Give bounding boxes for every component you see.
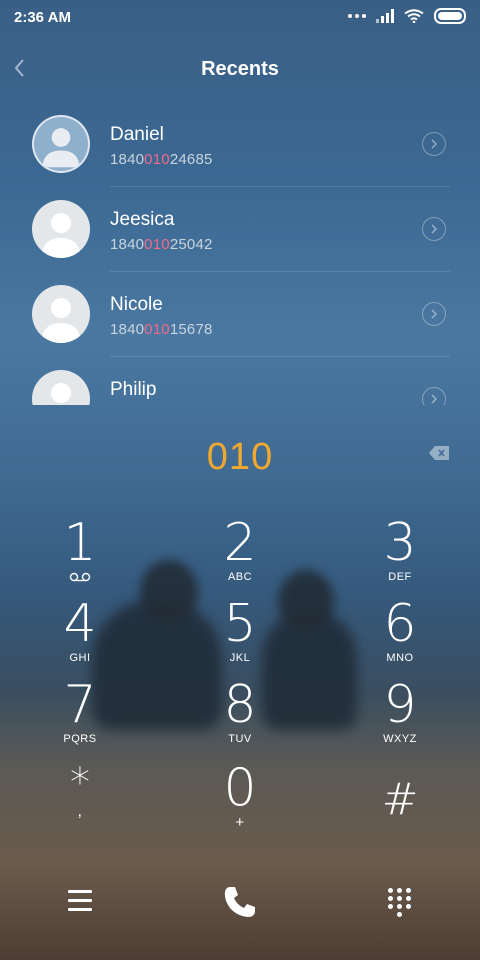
contact-name: Jeesica bbox=[110, 209, 175, 230]
key-digit: 3 bbox=[383, 513, 417, 573]
key-digit: 4 bbox=[63, 594, 97, 654]
page-title: Recents bbox=[201, 58, 279, 80]
status-time: 2:36 AM bbox=[14, 9, 71, 26]
contact-detail-button[interactable] bbox=[422, 132, 446, 156]
key-digit: 5 bbox=[223, 594, 257, 654]
key-digit: 2 bbox=[223, 513, 257, 573]
key-letters: DEF bbox=[388, 571, 412, 583]
avatar bbox=[32, 285, 90, 343]
key-digit: 9 bbox=[383, 675, 417, 735]
key-3[interactable]: 3 DEF bbox=[340, 515, 460, 595]
dialed-number: 010 bbox=[206, 436, 274, 478]
key-letters: , bbox=[77, 803, 83, 820]
menu-icon[interactable] bbox=[68, 890, 92, 912]
contact-detail-button[interactable] bbox=[422, 387, 446, 405]
backspace-icon[interactable] bbox=[428, 445, 450, 461]
key-9[interactable]: 9 WXYZ bbox=[340, 677, 460, 757]
key-8[interactable]: 8 TUV bbox=[180, 677, 300, 757]
phone-icon[interactable] bbox=[222, 884, 258, 920]
contact-name: Daniel bbox=[110, 124, 164, 145]
person-icon bbox=[42, 128, 80, 168]
avatar bbox=[32, 200, 90, 258]
bottom-bar bbox=[0, 880, 480, 930]
key-digit: 7 bbox=[63, 675, 97, 735]
status-bar: 2:36 AM bbox=[0, 0, 480, 34]
key-digit: 0 bbox=[223, 758, 257, 818]
contact-number: 184001024685 bbox=[110, 151, 213, 168]
wifi-icon bbox=[404, 9, 424, 23]
contact-row-jeesica[interactable]: Jeesica 184001025042 bbox=[0, 187, 480, 272]
chevron-right-icon bbox=[431, 224, 438, 234]
key-5[interactable]: 5 JKL bbox=[180, 596, 300, 676]
avatar bbox=[32, 115, 90, 173]
contact-detail-button[interactable] bbox=[422, 217, 446, 241]
contact-row-philip[interactable]: Philip bbox=[0, 357, 480, 405]
signal-icon bbox=[376, 9, 394, 23]
key-digit: 8 bbox=[223, 675, 257, 735]
chevron-right-icon bbox=[431, 139, 438, 149]
status-icons bbox=[348, 8, 466, 24]
key-7[interactable]: 7 PQRS bbox=[20, 677, 140, 757]
contact-row-daniel[interactable]: Daniel 184001024685 bbox=[0, 102, 480, 187]
dialpad-icon[interactable] bbox=[388, 888, 412, 918]
key-letters: ABC bbox=[227, 571, 253, 583]
key-6[interactable]: 6 MNO bbox=[340, 596, 460, 676]
contact-number: 184001015678 bbox=[110, 321, 213, 338]
person-icon bbox=[51, 383, 71, 403]
key-1[interactable]: 1 bbox=[20, 515, 140, 595]
recents-list[interactable]: Daniel 184001024685 Jeesica 184001025042… bbox=[0, 102, 480, 405]
contact-number: 184001025042 bbox=[110, 236, 213, 253]
key-digit: 6 bbox=[383, 594, 417, 654]
key-0[interactable]: 0 + bbox=[180, 760, 300, 840]
key-letters: GHI bbox=[69, 652, 91, 664]
header: Recents bbox=[0, 46, 480, 90]
key-letters: + bbox=[235, 814, 245, 831]
contact-name: Nicole bbox=[110, 294, 163, 315]
person-icon bbox=[41, 213, 81, 258]
chevron-right-icon bbox=[431, 309, 438, 319]
key-2[interactable]: 2 ABC bbox=[180, 515, 300, 595]
key-4[interactable]: 4 GHI bbox=[20, 596, 140, 676]
voicemail-icon bbox=[69, 572, 91, 582]
key-digit: * bbox=[70, 760, 90, 806]
key-digit: 1 bbox=[63, 513, 97, 573]
battery-icon bbox=[434, 8, 466, 24]
contact-row-nicole[interactable]: Nicole 184001015678 bbox=[0, 272, 480, 357]
contact-detail-button[interactable] bbox=[422, 302, 446, 326]
key-letters: MNO bbox=[386, 652, 414, 664]
avatar bbox=[32, 370, 90, 405]
contact-name: Philip bbox=[110, 379, 157, 400]
key-digit: # bbox=[381, 774, 419, 825]
key-letters: JKL bbox=[229, 652, 251, 664]
key-letters: PQRS bbox=[63, 733, 97, 745]
more-dots-icon bbox=[348, 14, 366, 18]
chevron-right-icon bbox=[431, 394, 438, 404]
key-letters: TUV bbox=[228, 733, 252, 745]
person-icon bbox=[41, 298, 81, 343]
key-hash[interactable]: # bbox=[340, 760, 460, 840]
key-letters: WXYZ bbox=[383, 733, 417, 745]
key-star[interactable]: * , bbox=[20, 760, 140, 840]
